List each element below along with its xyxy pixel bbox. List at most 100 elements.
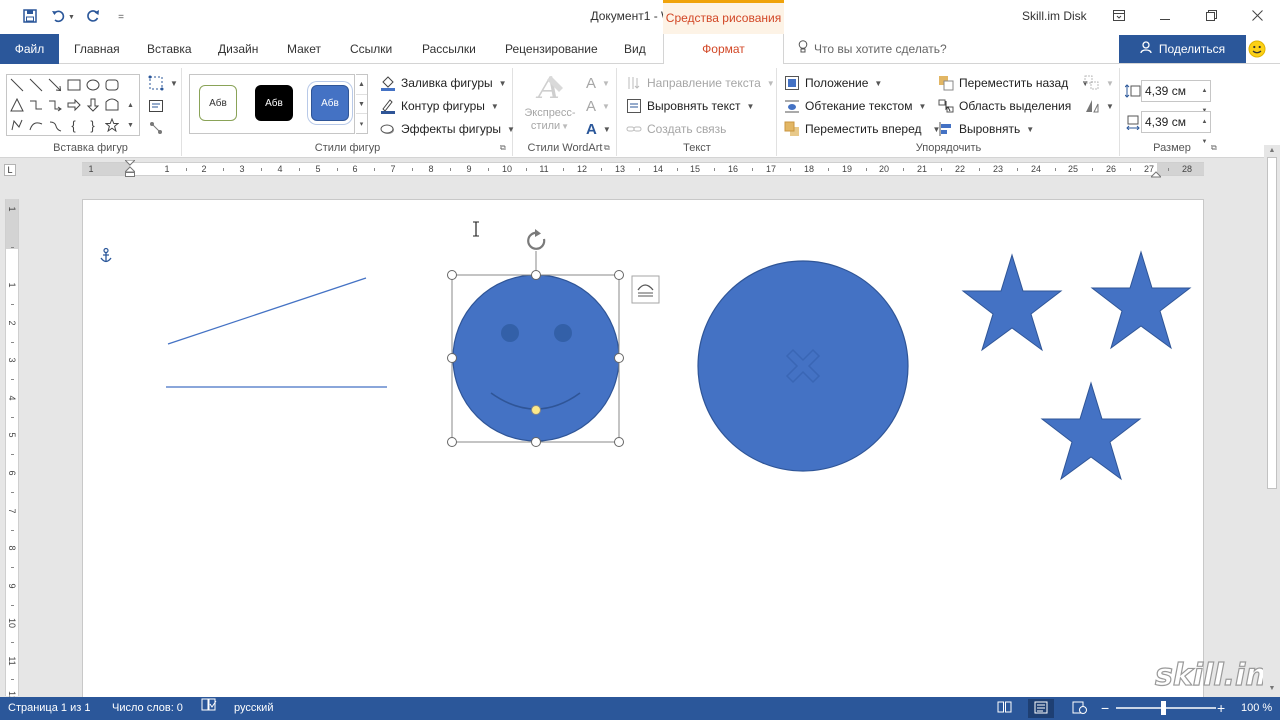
tab-file[interactable]: Файл xyxy=(0,34,59,64)
redo-button[interactable] xyxy=(84,7,102,27)
tab-mailings[interactable]: Рассылки xyxy=(422,34,476,64)
tab-design[interactable]: Дизайн xyxy=(218,34,258,64)
scrollbar-thumb[interactable] xyxy=(1267,157,1277,489)
read-mode-button[interactable] xyxy=(991,699,1017,718)
elbow-connector-icon[interactable] xyxy=(26,95,45,115)
flowchart-shape-icon[interactable] xyxy=(102,95,121,115)
resize-handle-n[interactable] xyxy=(531,270,541,280)
tab-references[interactable]: Ссылки xyxy=(350,34,392,64)
star-shape[interactable] xyxy=(961,253,1063,352)
layout-options-button[interactable] xyxy=(631,275,660,304)
arrow-shape-icon[interactable] xyxy=(45,75,64,95)
tab-layout[interactable]: Макет xyxy=(287,34,321,64)
shape-fill-button[interactable]: Заливка фигуры ▼ xyxy=(380,73,507,93)
shape-height-input[interactable]: 4,39 см ▲ ▼ xyxy=(1141,80,1211,114)
spin-up-icon[interactable]: ▲ xyxy=(1199,81,1210,101)
right-arrow-shape-icon[interactable] xyxy=(64,95,83,115)
edit-points-button[interactable] xyxy=(148,118,164,138)
left-brace-shape-icon[interactable]: { xyxy=(64,115,83,135)
right-brace-shape-icon[interactable]: } xyxy=(83,115,102,135)
resize-handle-e[interactable] xyxy=(614,353,624,363)
diagonal-line-shape[interactable] xyxy=(167,277,367,345)
right-indent-marker[interactable] xyxy=(1149,167,1163,178)
line-shape-icon[interactable] xyxy=(7,75,26,95)
shape-width-input[interactable]: 4,39 см ▲ ▼ xyxy=(1141,111,1211,145)
align-text-button[interactable]: Выровнять текст ▼ xyxy=(626,96,754,116)
ribbon-display-options-button[interactable] xyxy=(1096,0,1142,32)
undo-dropdown-icon[interactable]: ▼ xyxy=(68,14,75,21)
proofing-button[interactable] xyxy=(201,697,217,720)
shape-styles-gallery[interactable]: Абв Абв Абв xyxy=(189,74,355,134)
shape-outline-button[interactable]: Контур фигуры ▼ xyxy=(380,96,499,116)
tell-me-box[interactable]: Что вы хотите сделать? xyxy=(798,34,947,64)
oval-shape-icon[interactable] xyxy=(83,75,102,95)
zoom-slider-thumb[interactable] xyxy=(1161,701,1166,715)
account-name[interactable]: Skill.im Disk xyxy=(1022,9,1087,23)
text-direction-button[interactable]: Направление текста ▼ xyxy=(626,73,775,93)
elbow-arrow-icon[interactable] xyxy=(45,95,64,115)
customize-qat-button[interactable]: = xyxy=(114,7,128,27)
gallery-more-icon[interactable]: ▲ xyxy=(121,95,140,115)
freeform-shape-icon[interactable] xyxy=(7,115,26,135)
group-objects-button[interactable]: ▼ xyxy=(1084,73,1114,93)
resize-handle-w[interactable] xyxy=(447,353,457,363)
align-objects-button[interactable]: Выровнять ▼ xyxy=(938,119,1034,139)
undo-button[interactable]: ▼ xyxy=(48,7,78,27)
tab-review[interactable]: Рецензирование xyxy=(505,34,598,64)
spin-up-icon[interactable]: ▲ xyxy=(1199,112,1210,132)
tab-insert[interactable]: Вставка xyxy=(147,34,192,64)
rounded-rectangle-shape-icon[interactable] xyxy=(102,75,121,95)
down-arrow-shape-icon[interactable] xyxy=(83,95,102,115)
shape-style-black[interactable]: Абв xyxy=(255,85,293,121)
scroll-down-arrow-icon[interactable]: ▼ xyxy=(1267,684,1277,694)
shape-style-blue-selected[interactable]: Абв xyxy=(311,85,349,121)
scroll-up-icon[interactable]: ▲ xyxy=(356,75,367,95)
send-backward-button[interactable]: Переместить назад ▼ xyxy=(938,73,1089,93)
tab-stop-selector[interactable]: L xyxy=(4,164,16,176)
word-count[interactable]: Число слов: 0 xyxy=(112,697,183,720)
dialog-launcher-icon[interactable]: ⧉ xyxy=(1211,143,1220,152)
zoom-out-button[interactable]: − xyxy=(1101,697,1109,720)
scroll-down-icon[interactable]: ▼ xyxy=(356,95,367,115)
gallery-more-icon[interactable]: ▾ xyxy=(356,114,367,133)
restore-button[interactable] xyxy=(1188,0,1234,32)
document-page[interactable] xyxy=(82,199,1204,697)
vertical-ruler[interactable]: 1 1 2 3 4 5 6 7 8 9 10 11 12 xyxy=(5,199,19,701)
star-shape[interactable] xyxy=(1040,381,1142,481)
language[interactable]: русский xyxy=(234,697,273,720)
resize-handle-s[interactable] xyxy=(531,437,541,447)
print-layout-button[interactable] xyxy=(1028,699,1054,718)
rotation-handle-icon[interactable] xyxy=(527,229,546,250)
minimize-button[interactable] xyxy=(1142,0,1188,32)
star-shape[interactable] xyxy=(1090,250,1192,350)
page-count[interactable]: Страница 1 из 1 xyxy=(8,697,90,720)
triangle-shape-icon[interactable] xyxy=(7,95,26,115)
arc-shape-icon[interactable] xyxy=(26,115,45,135)
zoom-slider[interactable] xyxy=(1116,707,1216,709)
resize-handle-sw[interactable] xyxy=(447,437,457,447)
smiley-feedback-icon[interactable] xyxy=(1248,40,1266,58)
shape-style-outline[interactable]: Абв xyxy=(199,85,237,121)
gallery-expand-icon[interactable]: ▼ xyxy=(121,115,140,135)
circle-shape[interactable] xyxy=(697,260,909,472)
tab-format[interactable]: Формат xyxy=(663,34,784,65)
draw-textbox-button[interactable] xyxy=(148,96,164,116)
edit-shape-button[interactable]: ▼ xyxy=(148,73,178,93)
tab-home[interactable]: Главная xyxy=(74,34,120,64)
text-effects-button[interactable]: A ▼ xyxy=(586,119,611,139)
resize-handle-se[interactable] xyxy=(614,437,624,447)
text-outline-button[interactable]: A ▼ xyxy=(586,96,610,116)
create-link-button[interactable]: Создать связь xyxy=(626,119,726,139)
save-button[interactable] xyxy=(20,7,40,27)
text-fill-button[interactable]: A ▼ xyxy=(586,73,610,93)
adjustment-handle[interactable] xyxy=(531,405,541,415)
bring-forward-button[interactable]: Переместить вперед ▼ xyxy=(784,119,940,139)
selection-pane-button[interactable]: Область выделения xyxy=(938,96,1071,116)
rectangle-shape-icon[interactable] xyxy=(64,75,83,95)
zoom-in-button[interactable]: + xyxy=(1217,697,1225,720)
anchor-icon[interactable] xyxy=(100,247,112,263)
position-button[interactable]: Положение ▼ xyxy=(784,73,882,93)
shapes-gallery[interactable]: ▲ { } ▼ xyxy=(6,74,140,136)
dialog-launcher-icon[interactable]: ⧉ xyxy=(604,143,613,152)
smiley-face-shape[interactable] xyxy=(452,274,620,442)
